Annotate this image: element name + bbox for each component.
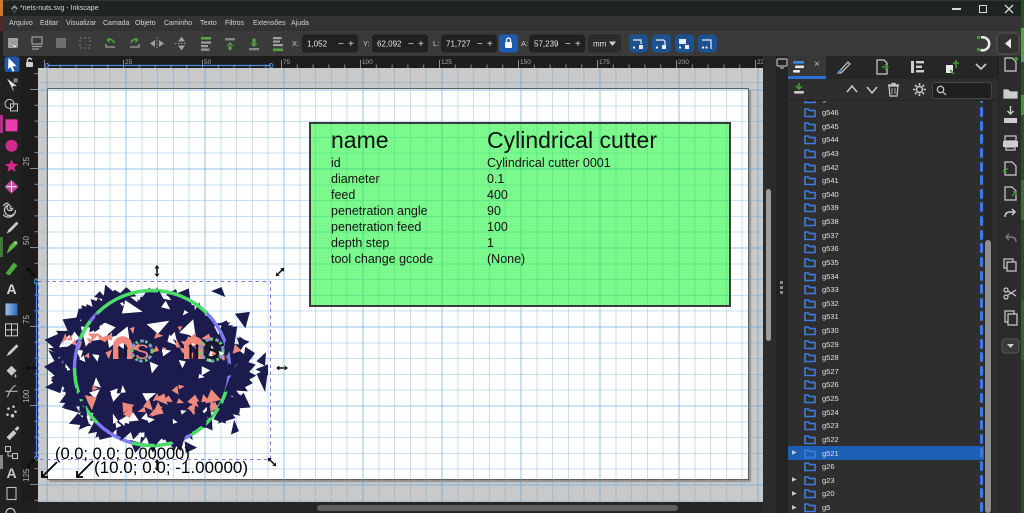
svg-text:A: A <box>6 281 16 297</box>
svg-text:−: − <box>408 39 414 50</box>
svg-text:−: − <box>477 39 483 50</box>
svg-text:S: S <box>204 337 221 365</box>
svg-text:mm: mm <box>593 40 607 49</box>
svg-text:+: + <box>487 39 493 50</box>
svg-text:A:: A: <box>521 39 528 48</box>
svg-text:100: 100 <box>362 59 373 66</box>
svg-text:175: 175 <box>599 59 610 66</box>
svg-text:+: + <box>418 39 424 50</box>
svg-text:+: + <box>348 39 354 50</box>
svg-text:Y:: Y: <box>363 39 370 48</box>
svg-text:71,727: 71,727 <box>446 40 471 49</box>
svg-text:62,092: 62,092 <box>377 40 402 49</box>
svg-text:200: 200 <box>678 59 689 66</box>
svg-text:57,239: 57,239 <box>534 40 559 49</box>
svg-text:(10.0; 0.0; -1.00000): (10.0; 0.0; -1.00000) <box>94 458 248 477</box>
svg-text:X:: X: <box>292 39 299 48</box>
svg-text:L:: L: <box>433 39 439 48</box>
svg-text:+: + <box>575 39 581 50</box>
svg-text:−: − <box>338 39 344 50</box>
svg-text:S: S <box>135 341 149 364</box>
svg-text:−: − <box>565 39 571 50</box>
svg-text:150: 150 <box>520 59 531 66</box>
svg-text:A: A <box>6 465 16 481</box>
svg-text:1,052: 1,052 <box>307 40 328 49</box>
svg-text:75: 75 <box>283 59 291 66</box>
svg-text:125: 125 <box>441 59 452 66</box>
